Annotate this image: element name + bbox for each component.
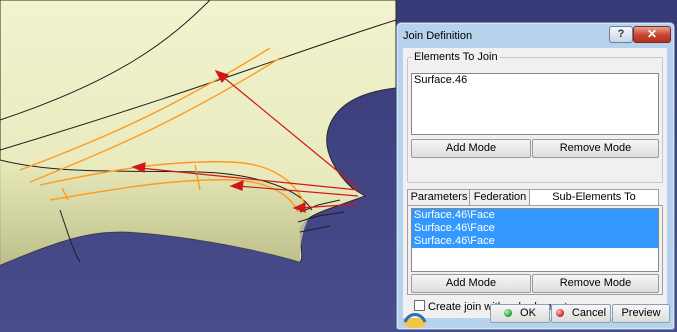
ok-button[interactable]: OK <box>490 304 550 323</box>
sub-remove-mode-button[interactable]: Remove Mode <box>532 274 659 293</box>
dialog-title: Join Definition <box>403 30 473 42</box>
sub-elements-list[interactable]: Surface.46\Face Surface.46\Face Surface.… <box>411 208 659 272</box>
list-item[interactable]: Surface.46\Face <box>412 235 658 248</box>
list-item[interactable]: Surface.46 <box>412 74 658 87</box>
join-definition-dialog: Join Definition ? ✕ Elements To Join Sur… <box>396 22 675 330</box>
tab-federation[interactable]: Federation <box>469 189 531 205</box>
app-logo-icon <box>403 313 427 328</box>
add-mode-button[interactable]: Add Mode <box>411 139 531 158</box>
sub-elements-panel: Surface.46\Face Surface.46\Face Surface.… <box>407 205 663 295</box>
remove-mode-button[interactable]: Remove Mode <box>532 139 659 158</box>
list-item[interactable]: Surface.46\Face <box>412 209 658 222</box>
elements-to-join-group: Elements To Join Surface.46 Add Mode Rem… <box>407 51 663 183</box>
cancel-label: Cancel <box>571 307 607 319</box>
cancel-button[interactable]: Cancel <box>551 304 611 323</box>
ok-label: OK <box>520 307 536 319</box>
help-icon[interactable]: ? <box>609 26 633 43</box>
dialog-titlebar[interactable]: Join Definition ? ✕ <box>397 23 674 47</box>
cancel-led-icon <box>555 309 564 317</box>
elements-list[interactable]: Surface.46 <box>411 73 659 135</box>
ok-led-icon <box>504 309 513 317</box>
list-item[interactable]: Surface.46\Face <box>412 222 658 235</box>
dialog-client: Elements To Join Surface.46 Add Mode Rem… <box>403 48 667 324</box>
tab-sub-elements-to-remove[interactable]: Sub-Elements To Remove <box>529 189 659 218</box>
close-icon[interactable]: ✕ <box>633 26 671 43</box>
tab-parameters[interactable]: Parameters <box>407 189 471 205</box>
sub-add-mode-button[interactable]: Add Mode <box>411 274 531 293</box>
preview-button[interactable]: Preview <box>612 304 670 323</box>
elements-to-join-label: Elements To Join <box>414 51 498 63</box>
